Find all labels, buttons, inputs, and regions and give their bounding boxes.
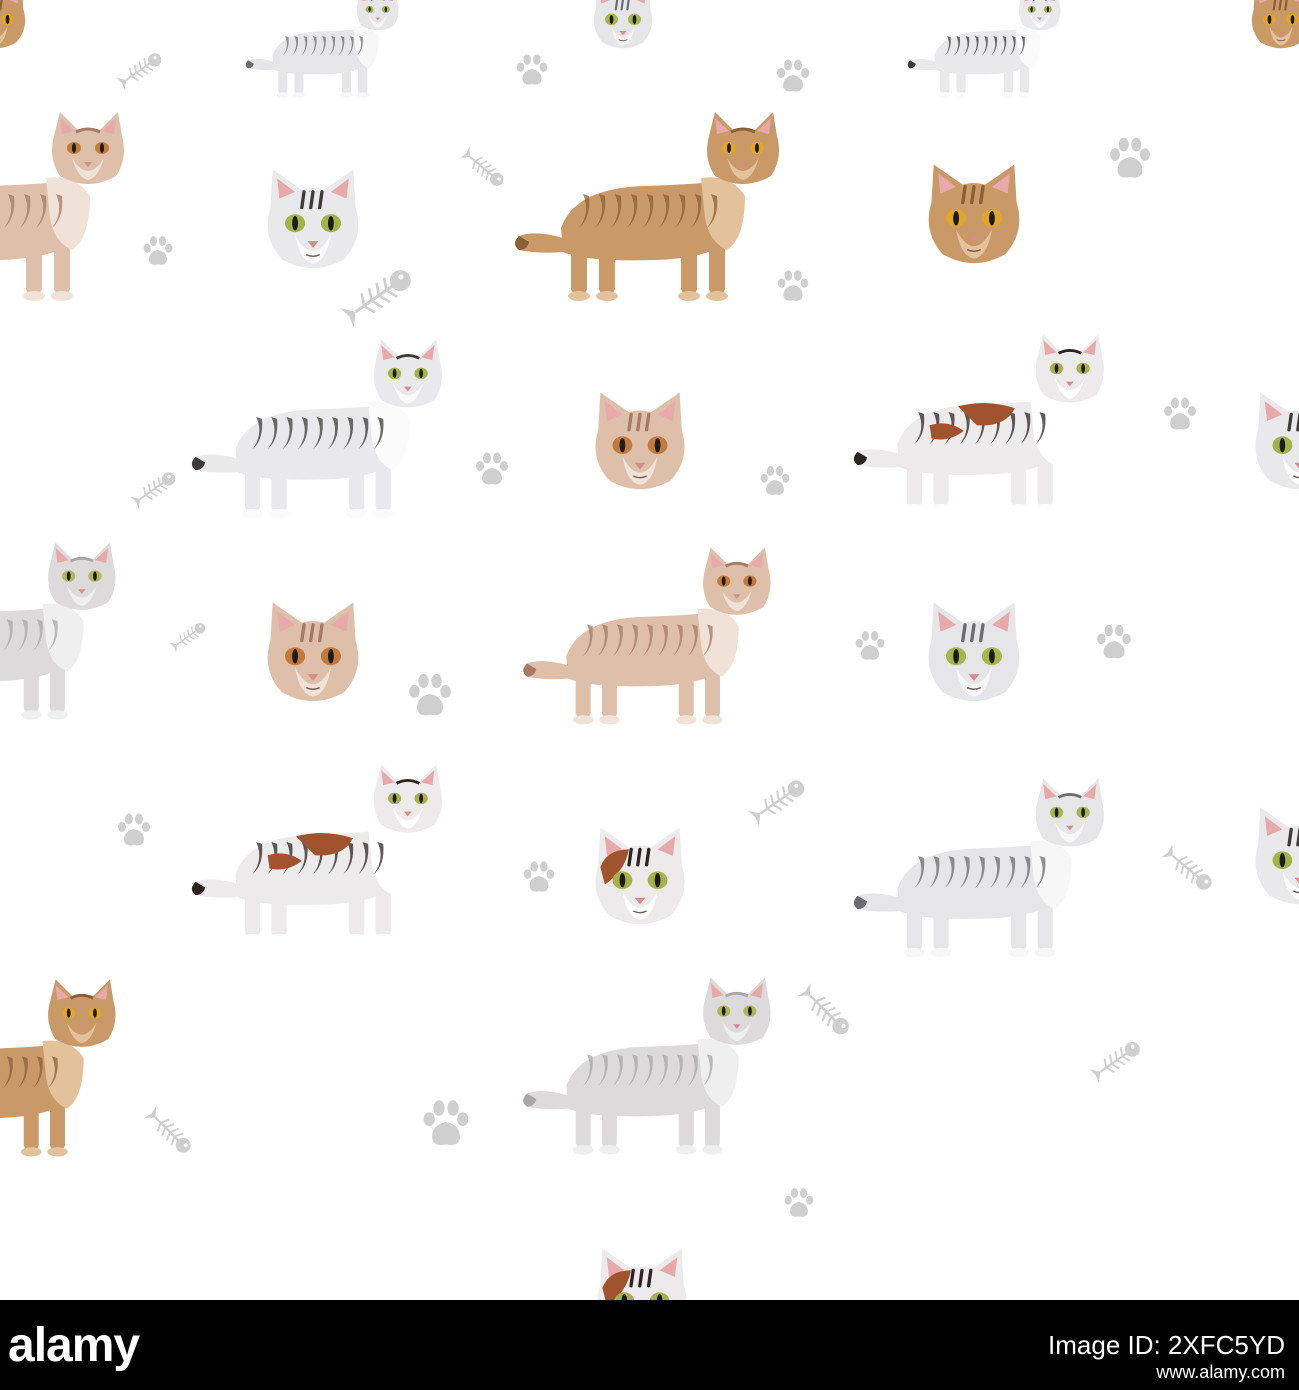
standing-cat [842,334,1112,520]
paw-print-icon [852,627,888,663]
cat-head [585,823,695,933]
stock-banner: alamy Image ID: 2XFC5YD www.alamy.com [0,1300,1299,1390]
fish-bone-icon [745,770,814,831]
fish-bone-icon [127,464,182,513]
fish-bone-icon [1157,840,1220,899]
cat-head [585,388,695,498]
paw-print-icon [472,448,512,488]
alamy-logo: alamy [8,1319,140,1372]
paw-print-icon [774,266,812,304]
standing-cat [842,778,1112,964]
paw-print-icon [1093,620,1135,662]
standing-cat [196,0,446,102]
fish-bone-icon [1086,1032,1148,1087]
fish-bone-icon [113,45,168,94]
fish-bone-icon [793,979,859,1045]
cat-head [257,598,369,710]
paw-print-icon [1160,393,1200,433]
standing-cat [505,547,785,731]
cat-head [587,0,659,54]
standing-cat [505,112,785,308]
standing-cat [505,977,785,1161]
stock-url-label: www.alamy.com [1156,1362,1285,1382]
paw-print-icon [757,462,793,498]
paw-print-icon [418,1094,474,1150]
cat-head [1245,803,1299,913]
standing-cat [0,542,130,726]
fish-bone-icon [140,1102,199,1161]
paw-print-icon [140,232,176,268]
paw-print-icon [404,668,456,720]
paw-print-icon [520,857,558,895]
cat-head [0,0,32,54]
paw-print-icon [773,55,813,95]
standing-cat [858,0,1108,102]
cat-head [918,160,1030,272]
cat-head [1245,388,1299,498]
cat-head [257,165,369,277]
standing-cat [180,339,450,525]
cat-head [918,598,1030,710]
fish-bone-icon [167,616,211,655]
paw-print-icon [781,1184,817,1220]
cat-pattern [0,0,1299,1300]
standing-cat [0,979,130,1163]
fish-bone-icon [457,143,511,194]
image-id-label: Image ID: 2XFC5YD [1048,1330,1285,1360]
paw-print-icon [513,50,551,88]
paw-print-icon [1105,132,1155,182]
standing-cat [0,112,130,308]
cat-head [587,1244,697,1300]
standing-cat [180,764,450,950]
paw-print-icon [114,809,154,849]
cat-head [1245,0,1299,54]
